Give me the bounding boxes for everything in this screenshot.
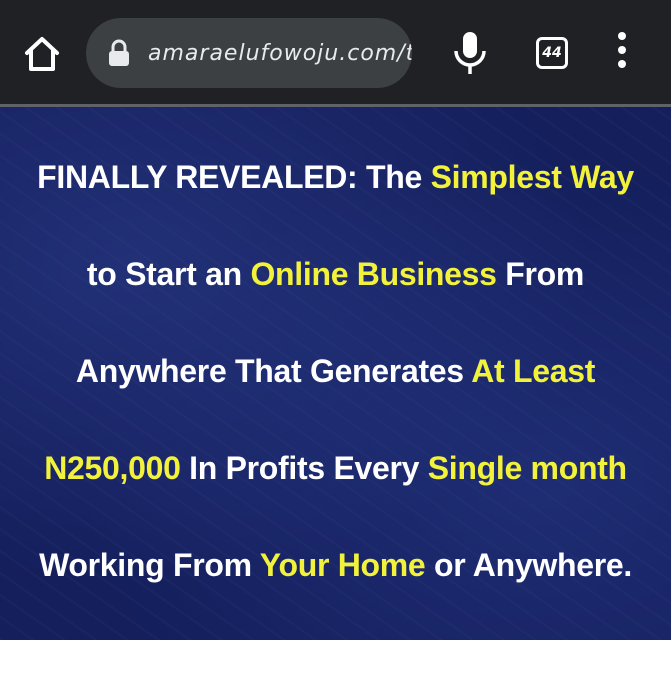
headline-highlight: Your Home (259, 547, 426, 583)
headline-line-3: Anywhere That Generates At Least (0, 353, 671, 390)
headline-highlight: N250,000 (44, 450, 181, 486)
headline-text: From (496, 256, 585, 292)
browser-toolbar: amaraelufowoju.com/tr 44 (0, 0, 671, 105)
headline-line-4: N250,000 In Profits Every Single month (0, 450, 671, 487)
overflow-menu-icon[interactable] (614, 32, 630, 74)
headline-highlight: Simplest Way (430, 159, 635, 195)
hero-banner: FINALLY REVEALED: The Simplest Way to St… (0, 107, 671, 640)
headline-text: Anywhere That Generates (75, 353, 472, 389)
tab-switcher-button[interactable]: 44 (536, 37, 568, 69)
headline-highlight: At Least (471, 353, 596, 389)
headline-line-5: Working From Your Home or Anywhere. (0, 547, 671, 584)
page-below-banner (0, 640, 671, 690)
lock-icon (109, 39, 129, 66)
tab-count: 44 (542, 45, 562, 61)
microphone-icon[interactable] (452, 30, 488, 76)
headline-highlight: Single month (427, 450, 627, 486)
headline-text: or Anywhere. (425, 547, 632, 583)
headline-text: Working From (39, 547, 260, 583)
headline-line-1: FINALLY REVEALED: The Simplest Way (0, 159, 671, 196)
headline-text: In Profits Every (180, 450, 428, 486)
address-bar[interactable]: amaraelufowoju.com/tr (86, 18, 412, 88)
home-icon[interactable] (22, 34, 62, 74)
headline-text: to Start an (86, 256, 251, 292)
headline-highlight: Online Business (250, 256, 497, 292)
headline-text: FINALLY REVEALED: The (37, 159, 431, 195)
url-text[interactable]: amaraelufowoju.com/tr (148, 41, 412, 66)
headline-line-2: to Start an Online Business From (0, 256, 671, 293)
